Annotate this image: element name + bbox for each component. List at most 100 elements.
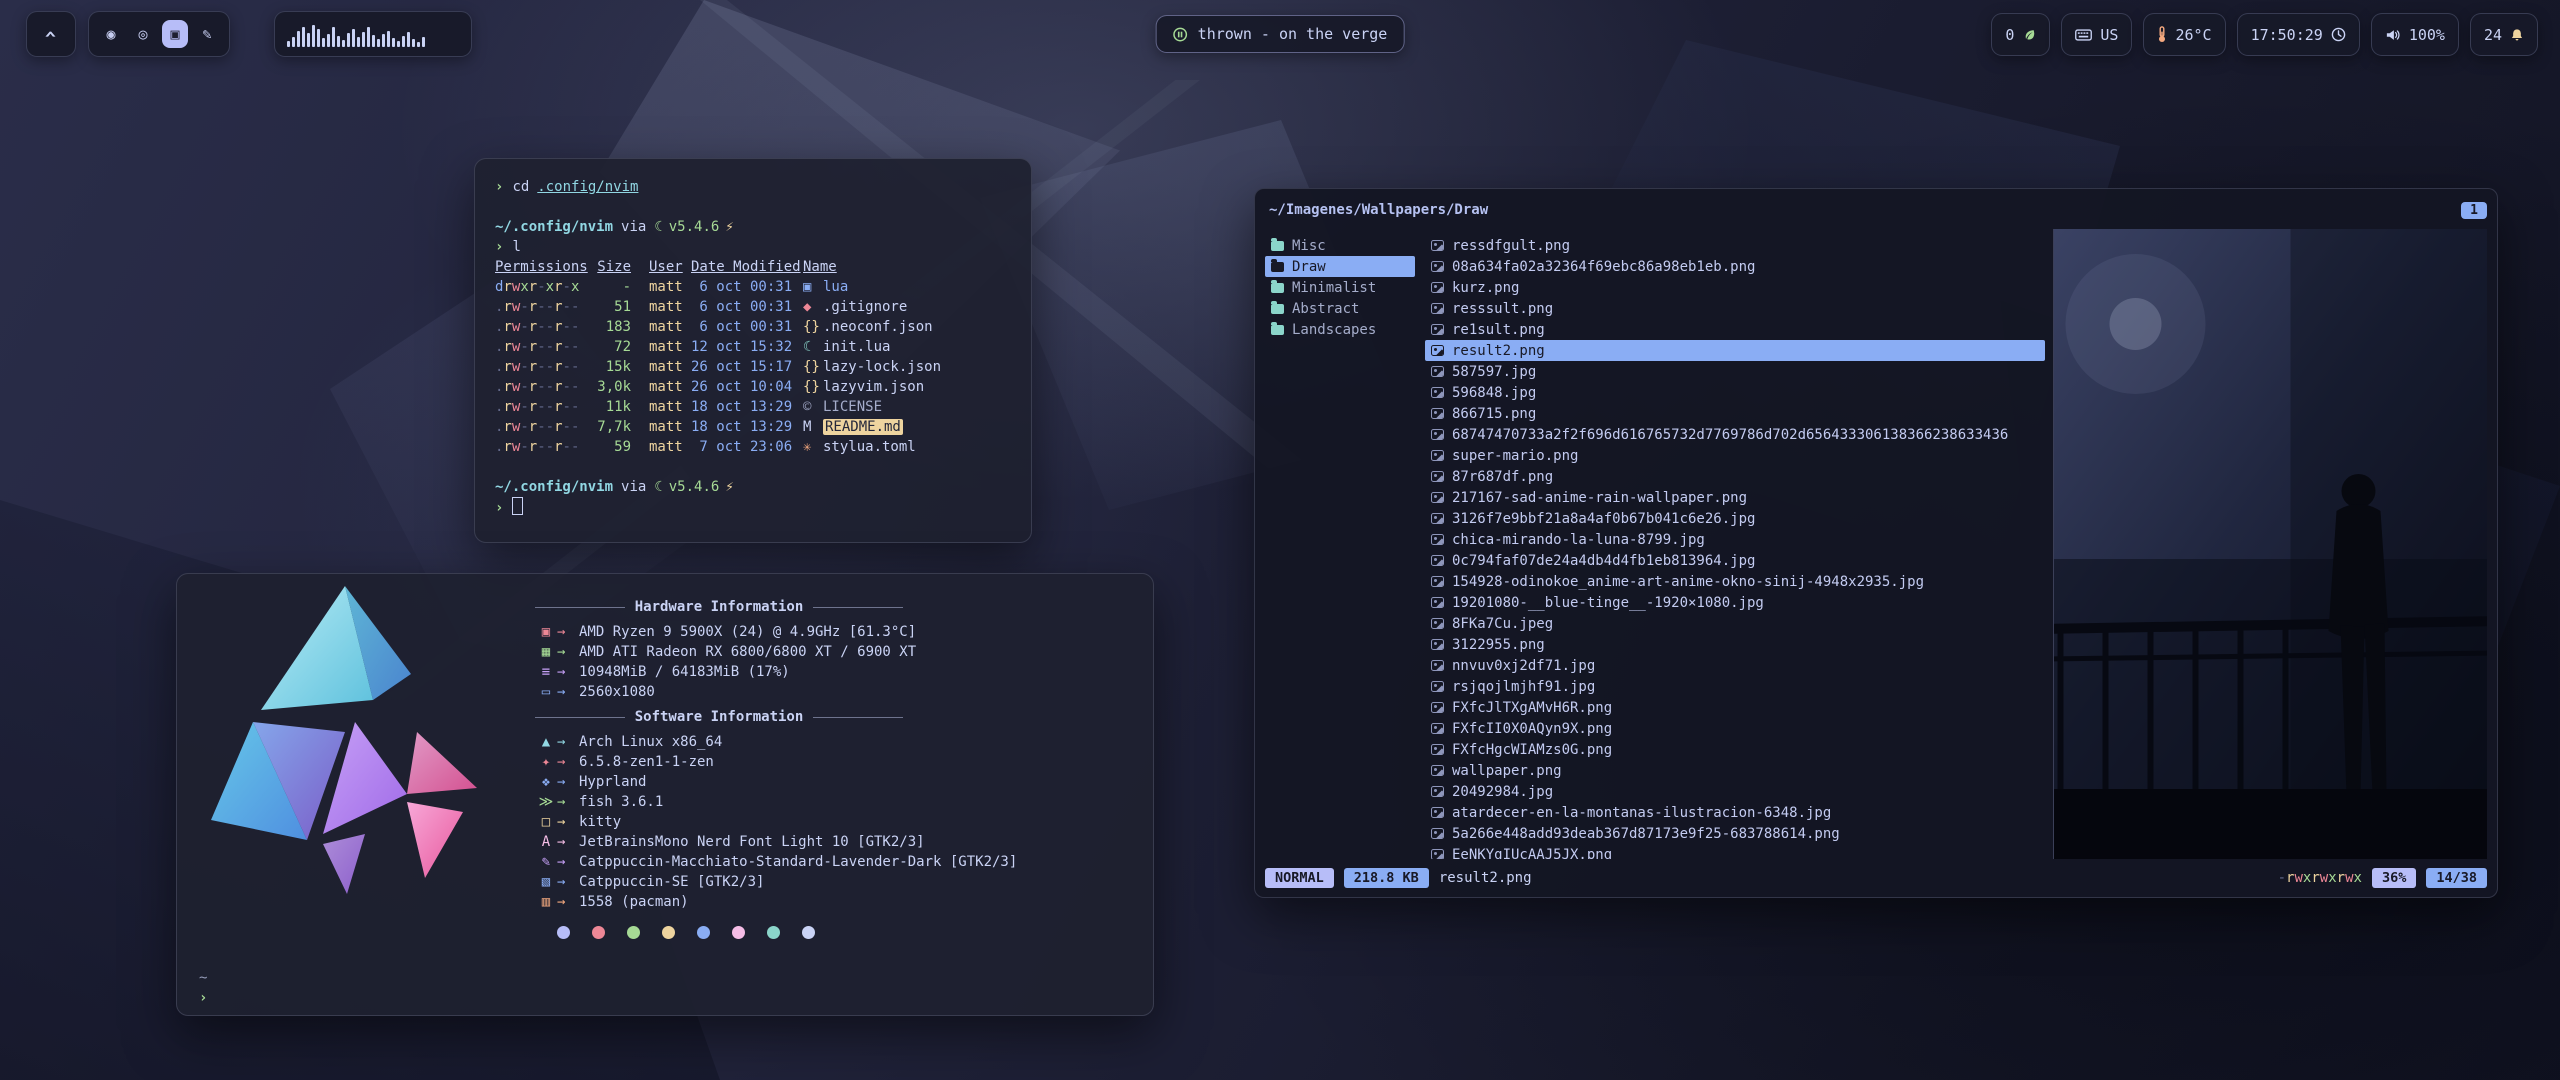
palette-dot bbox=[732, 926, 745, 939]
media-player-module[interactable]: thrown - on the verge bbox=[1156, 15, 1405, 53]
visualizer-bar bbox=[347, 33, 350, 47]
file-listing-row: .rw-r--r--11kmatt18 oct 13:29©LICENSE bbox=[495, 397, 1011, 417]
file-name: FXfcJlTXgAMvH6R.png bbox=[1452, 700, 1612, 716]
file-row[interactable]: chica-mirando-la-luna-8799.jpg bbox=[1425, 529, 2045, 550]
visualizer-bar bbox=[352, 29, 355, 47]
file-name: 08a634fa02a32364f69ebc86a98eb1eb.png bbox=[1452, 259, 1755, 275]
visualizer-bar bbox=[362, 32, 365, 47]
file-name: 5a266e448add93deab367d87173e9f25-6837886… bbox=[1452, 826, 1840, 842]
filetype-icon: M bbox=[803, 417, 823, 437]
file-row[interactable]: EeNKYgIUcAAJ5JX.png bbox=[1425, 844, 2045, 859]
file-row[interactable]: 587597.jpg bbox=[1425, 361, 2045, 382]
image-file-icon bbox=[1431, 828, 1444, 839]
terminal-window[interactable]: ›cd.config/nvim ~/.config/nvimvia☾v5.4.6… bbox=[474, 158, 1032, 543]
workspace-button[interactable]: ▣ bbox=[162, 20, 188, 48]
file-row[interactable]: FXfcHgcWIAMzs0G.png bbox=[1425, 739, 2045, 760]
starship-prompt: ~/.config/nvimvia☾v5.4.6⚡ bbox=[495, 217, 1011, 237]
file-row[interactable]: kurz.png bbox=[1425, 277, 2045, 298]
file-row[interactable]: 87r687df.png bbox=[1425, 466, 2045, 487]
file-row[interactable]: FXfcJlTXgAMvH6R.png bbox=[1425, 697, 2045, 718]
launcher-button[interactable]: › bbox=[26, 11, 76, 57]
arrow-icon: → bbox=[557, 892, 579, 912]
file-name: super-mario.png bbox=[1452, 448, 1578, 464]
arrow-icon: → bbox=[557, 662, 579, 682]
file-row[interactable]: re1sult.png bbox=[1425, 319, 2045, 340]
workspace-icon: ▣ bbox=[170, 25, 179, 43]
file-row[interactable]: 596848.jpg bbox=[1425, 382, 2045, 403]
palette-dot bbox=[627, 926, 640, 939]
sidebar-folder-item[interactable]: Minimalist bbox=[1265, 277, 1415, 298]
arrow-icon: → bbox=[557, 872, 579, 892]
file-row[interactable]: rsjqojlmjhf91.jpg bbox=[1425, 676, 2045, 697]
temperature-module[interactable]: 26°C bbox=[2143, 13, 2225, 56]
file-row[interactable]: 8FKa7Cu.jpeg bbox=[1425, 613, 2045, 634]
folder-icon bbox=[1271, 241, 1284, 251]
file-date: 26 oct 15:17 bbox=[691, 357, 803, 377]
arch-crystal-logo bbox=[195, 582, 495, 902]
folder-icon bbox=[1271, 283, 1284, 293]
file-row[interactable]: atardecer-en-la-montanas-ilustracion-634… bbox=[1425, 802, 2045, 823]
prompt-line[interactable]: › bbox=[495, 497, 1011, 517]
image-file-icon bbox=[1431, 429, 1444, 440]
workspace-button[interactable]: ✎ bbox=[194, 20, 220, 48]
file-row[interactable]: 3126f7e9bbf21a8a4af0b67b041c6e26.jpg bbox=[1425, 508, 2045, 529]
sidebar-folder-item[interactable]: Abstract bbox=[1265, 298, 1415, 319]
file-row[interactable]: 20492984.jpg bbox=[1425, 781, 2045, 802]
file-row[interactable]: FXfcII0X0AQyn9X.png bbox=[1425, 718, 2045, 739]
image-file-icon bbox=[1431, 681, 1444, 692]
sidebar-folder-item[interactable]: Draw bbox=[1265, 256, 1415, 277]
sidebar-folder-item[interactable]: Landscapes bbox=[1265, 319, 1415, 340]
tab-badge[interactable]: 1 bbox=[2461, 202, 2487, 219]
file-name: wallpaper.png bbox=[1452, 763, 1562, 779]
file-list-pane: ressdfgult.png 08a634fa02a32364f69ebc86a… bbox=[1425, 229, 2045, 859]
file-row[interactable]: 3122955.png bbox=[1425, 634, 2045, 655]
file-row[interactable]: super-mario.png bbox=[1425, 445, 2045, 466]
file-row[interactable]: 08a634fa02a32364f69ebc86a98eb1eb.png bbox=[1425, 256, 2045, 277]
file-manager-body: Misc Draw Minimalist Abstract Landscapes… bbox=[1265, 229, 2487, 859]
file-listing-row: .rw-r--r--51matt 6 oct 00:31◆.gitignore bbox=[495, 297, 1011, 317]
system-info-window[interactable]: Hardware Information ▣→AMD Ryzen 9 5900X… bbox=[176, 573, 1154, 1016]
image-file-icon bbox=[1431, 303, 1444, 314]
file-size: 59 bbox=[591, 437, 631, 457]
hardware-icon: ▣ bbox=[535, 622, 557, 642]
updates-module[interactable]: 0 bbox=[1991, 13, 2050, 56]
software-info-row: □→kitty bbox=[535, 812, 1125, 832]
sidebar-folder-item[interactable]: Misc bbox=[1265, 235, 1415, 256]
file-row[interactable]: 866715.png bbox=[1425, 403, 2045, 424]
software-info-row: ▲→Arch Linux x86_64 bbox=[535, 732, 1125, 752]
file-row[interactable]: 0c794faf07de24a4db4d4fb1eb813964.jpg bbox=[1425, 550, 2045, 571]
time-value: 17:50:29 bbox=[2251, 26, 2323, 44]
file-name: stylua.toml bbox=[823, 439, 916, 455]
image-file-icon bbox=[1431, 555, 1444, 566]
file-owner: matt bbox=[649, 377, 691, 397]
file-row[interactable]: ressdfgult.png bbox=[1425, 235, 2045, 256]
file-manager-window[interactable]: ~/Imagenes/Wallpapers/Draw 1 Misc Draw M… bbox=[1254, 188, 2498, 898]
workspace-button[interactable]: ◉ bbox=[98, 20, 124, 48]
file-row[interactable]: resssult.png bbox=[1425, 298, 2045, 319]
file-manager-header: ~/Imagenes/Wallpapers/Draw 1 bbox=[1269, 197, 2487, 223]
palette-dot bbox=[767, 926, 780, 939]
filetype-icon: {} bbox=[803, 377, 823, 397]
clock-module[interactable]: 17:50:29 bbox=[2237, 13, 2360, 56]
folder-icon bbox=[1271, 325, 1284, 335]
arrow-icon: → bbox=[557, 792, 579, 812]
file-row[interactable]: 5a266e448add93deab367d87173e9f25-6837886… bbox=[1425, 823, 2045, 844]
prompt-symbol: › bbox=[495, 179, 503, 195]
file-row[interactable]: 217167-sad-anime-rain-wallpaper.png bbox=[1425, 487, 2045, 508]
volume-module[interactable]: 100% bbox=[2371, 13, 2459, 56]
shell-prompt[interactable]: ~ › bbox=[199, 968, 207, 1008]
file-date: 12 oct 15:32 bbox=[691, 337, 803, 357]
file-date: 18 oct 13:29 bbox=[691, 417, 803, 437]
workspace-button[interactable]: ◎ bbox=[130, 20, 156, 48]
file-row[interactable]: 154928-odinokoe_anime-art-anime-okno-sin… bbox=[1425, 571, 2045, 592]
file-listing-row: drwxr-xr-x-matt 6 oct 00:31▣lua bbox=[495, 277, 1011, 297]
file-row[interactable]: wallpaper.png bbox=[1425, 760, 2045, 781]
file-row[interactable]: result2.png bbox=[1425, 340, 2045, 361]
software-icon: A bbox=[535, 832, 557, 852]
file-row[interactable]: 19201080-__blue-tinge__-1920×1080.jpg bbox=[1425, 592, 2045, 613]
file-row[interactable]: 68747470733a2f2f696d616765732d7769786d70… bbox=[1425, 424, 2045, 445]
keyboard-layout-module[interactable]: US bbox=[2061, 13, 2132, 56]
file-row[interactable]: nnvuv0xj2df71.jpg bbox=[1425, 655, 2045, 676]
palette-dot bbox=[557, 926, 570, 939]
notifications-module[interactable]: 24 bbox=[2470, 13, 2538, 56]
